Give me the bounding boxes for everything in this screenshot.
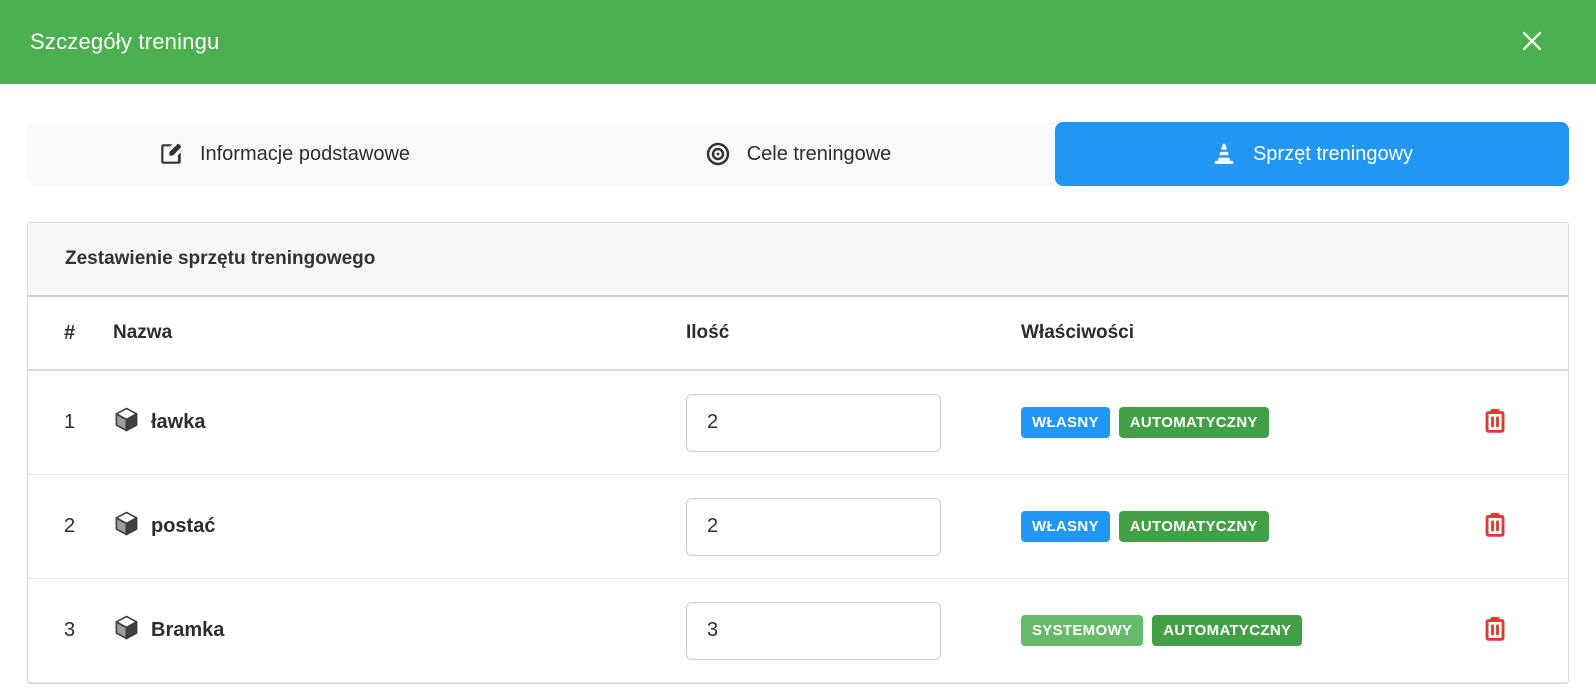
tab-training-goals[interactable]: Cele treningowe bbox=[541, 122, 1055, 186]
delete-button[interactable] bbox=[1480, 614, 1510, 647]
tab-label: Cele treningowe bbox=[747, 143, 892, 166]
quantity-input[interactable] bbox=[686, 394, 941, 452]
col-header-properties: Właściwości bbox=[1021, 322, 1421, 344]
property-badges: WŁASNY AUTOMATYCZNY bbox=[1021, 511, 1421, 542]
row-index: 3 bbox=[28, 619, 113, 642]
col-header-quantity: Ilość bbox=[686, 322, 1021, 344]
equipment-name: ławka bbox=[151, 411, 205, 434]
trash-icon bbox=[1480, 510, 1510, 543]
col-header-index: # bbox=[28, 322, 113, 345]
row-index: 2 bbox=[28, 515, 113, 538]
equipment-name: postać bbox=[151, 515, 215, 538]
property-badge: AUTOMATYCZNY bbox=[1152, 615, 1302, 646]
cube-icon bbox=[113, 614, 140, 647]
property-badges: WŁASNY AUTOMATYCZNY bbox=[1021, 407, 1421, 438]
target-icon bbox=[705, 141, 731, 167]
quantity-input[interactable] bbox=[686, 498, 941, 556]
modal-header: Szczegóły treningu bbox=[0, 0, 1596, 84]
property-badge: AUTOMATYCZNY bbox=[1119, 511, 1269, 542]
traffic-cone-icon bbox=[1211, 141, 1237, 167]
property-badges: SYSTEMOWY AUTOMATYCZNY bbox=[1021, 615, 1421, 646]
tab-bar: Informacje podstawowe Cele treningowe bbox=[27, 122, 1569, 186]
table-row: 1 ławka WŁASNY AUTOMATYCZNY bbox=[28, 371, 1568, 475]
equipment-name: Bramka bbox=[151, 619, 224, 642]
quantity-input[interactable] bbox=[686, 602, 941, 660]
close-icon bbox=[1520, 29, 1544, 56]
delete-button[interactable] bbox=[1480, 406, 1510, 439]
table-body: 1 ławka WŁASNY AUTOMATYCZNY bbox=[28, 371, 1568, 683]
tab-training-equipment[interactable]: Sprzęt treningowy bbox=[1055, 122, 1569, 186]
trash-icon bbox=[1480, 614, 1510, 647]
property-badge: WŁASNY bbox=[1021, 407, 1110, 438]
table-row: 2 postać WŁASNY AUTOMATYCZNY bbox=[28, 475, 1568, 579]
delete-button[interactable] bbox=[1480, 510, 1510, 543]
card-title: Zestawienie sprzętu treningowego bbox=[28, 223, 1568, 297]
equipment-card: Zestawienie sprzętu treningowego # Nazwa… bbox=[27, 222, 1569, 684]
equipment-table: # Nazwa Ilość Właściwości 1 ławka WŁASNY… bbox=[28, 297, 1568, 683]
col-header-name: Nazwa bbox=[113, 322, 686, 344]
close-button[interactable] bbox=[1514, 24, 1550, 60]
modal-title: Szczegóły treningu bbox=[30, 29, 219, 55]
cube-icon bbox=[113, 406, 140, 439]
table-row: 3 Bramka SYSTEMOWY AUTOMATYCZNY bbox=[28, 579, 1568, 683]
row-index: 1 bbox=[28, 411, 113, 434]
tab-label: Sprzęt treningowy bbox=[1253, 143, 1413, 166]
property-badge: SYSTEMOWY bbox=[1021, 615, 1143, 646]
table-header-row: # Nazwa Ilość Właściwości bbox=[28, 297, 1568, 371]
edit-icon bbox=[158, 141, 184, 167]
tab-label: Informacje podstawowe bbox=[200, 143, 410, 166]
property-badge: AUTOMATYCZNY bbox=[1119, 407, 1269, 438]
tab-basic-info[interactable]: Informacje podstawowe bbox=[27, 122, 541, 186]
property-badge: WŁASNY bbox=[1021, 511, 1110, 542]
cube-icon bbox=[113, 510, 140, 543]
trash-icon bbox=[1480, 406, 1510, 439]
modal-body: Informacje podstawowe Cele treningowe bbox=[0, 122, 1596, 684]
